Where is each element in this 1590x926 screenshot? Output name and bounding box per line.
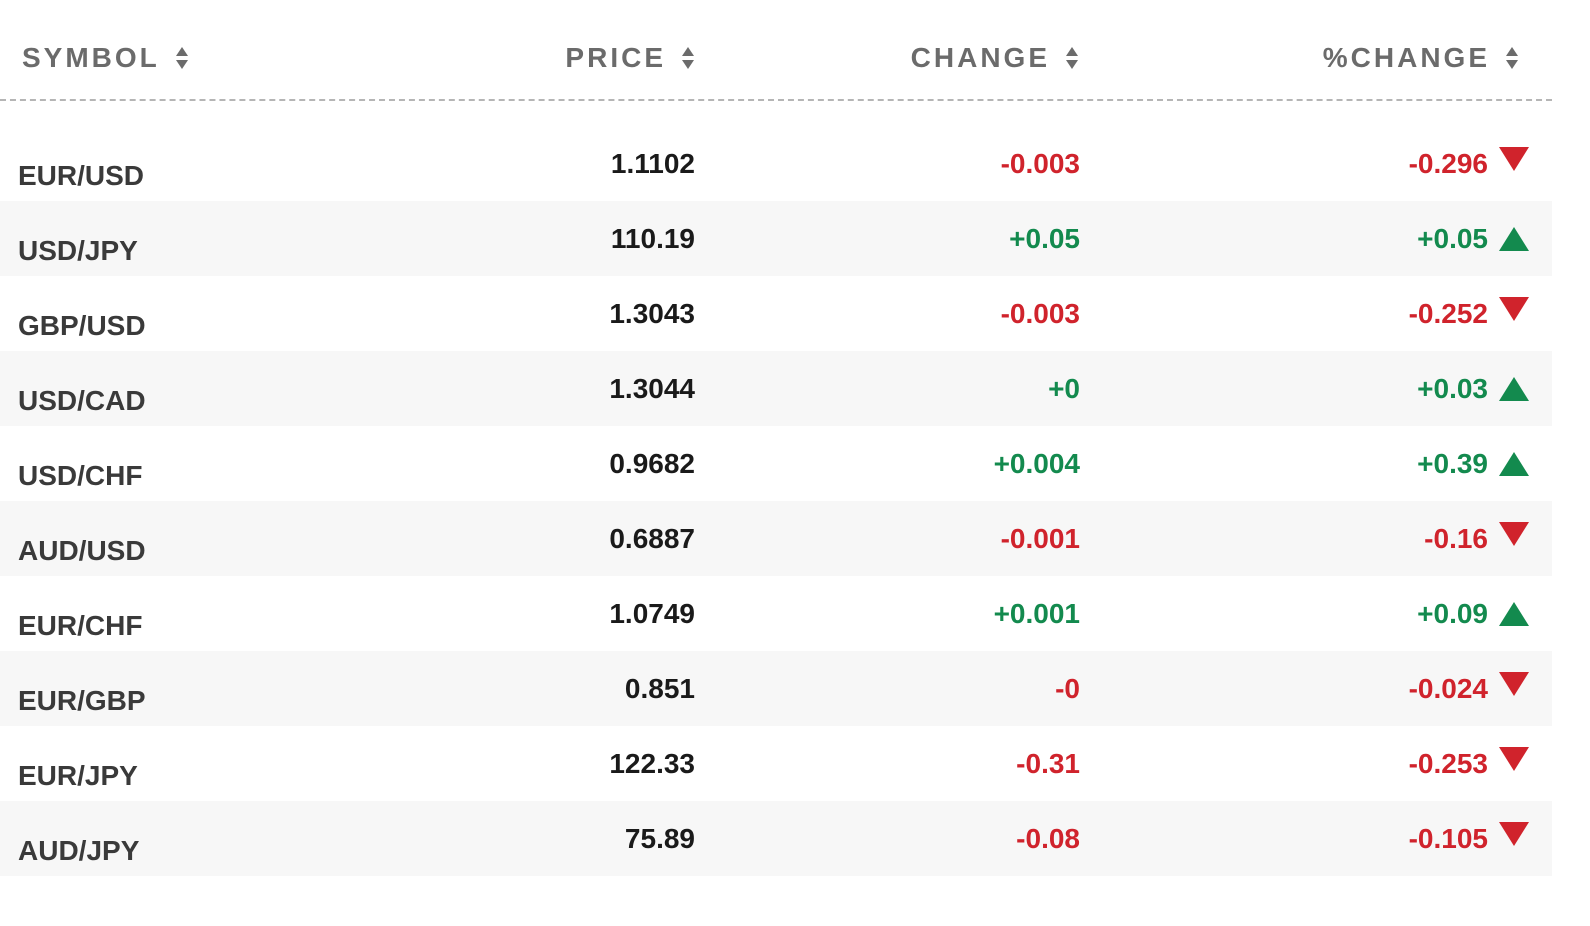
triangle-up-icon (1498, 201, 1530, 276)
price-value: 122.33 (609, 747, 695, 779)
table-row[interactable]: AUD/JPY 75.89 -0.08 -0.105 (0, 801, 1552, 876)
symbol-link[interactable]: AUD/USD (18, 501, 146, 588)
price-value: 0.6887 (609, 522, 695, 554)
pct-change-value: -0.024 (1408, 672, 1488, 704)
column-header-change[interactable]: CHANGE (911, 38, 1078, 78)
pct-change-value: +0.39 (1417, 447, 1488, 479)
pct-change-value: +0.03 (1417, 372, 1488, 404)
pct-change-value: +0.09 (1417, 597, 1488, 629)
change-value: +0.001 (993, 597, 1080, 629)
table-row[interactable]: USD/CAD 1.3044 +0 +0.03 (0, 351, 1552, 426)
table-row[interactable]: EUR/GBP 0.851 -0 -0.024 (0, 651, 1552, 726)
price-value: 0.851 (624, 672, 695, 704)
pct-change-value: +0.05 (1417, 222, 1488, 254)
table-header: SYMBOL PRICE CHANGE %CHANGE (0, 0, 1552, 101)
change-value: -0.001 (1000, 522, 1080, 554)
forex-quotes-table: SYMBOL PRICE CHANGE %CHANGE EUR/USD 1.110… (0, 0, 1552, 876)
pct-change-value: -0.105 (1408, 822, 1488, 854)
column-header-change-label: CHANGE (910, 42, 1050, 73)
symbol-link[interactable]: EUR/GBP (18, 651, 146, 738)
table-row[interactable]: USD/JPY 110.19 +0.05 +0.05 (0, 201, 1552, 276)
column-header-pct-change-label: %CHANGE (1322, 42, 1490, 73)
change-value: -0 (1055, 672, 1080, 704)
pct-change-value: -0.16 (1424, 522, 1488, 554)
change-value: +0 (1048, 372, 1080, 404)
sort-icon[interactable] (175, 47, 188, 69)
triangle-down-icon (1498, 651, 1530, 726)
column-header-price[interactable]: PRICE (565, 38, 694, 78)
change-value: -0.003 (1000, 147, 1080, 179)
triangle-up-icon (1498, 576, 1530, 651)
symbol-link[interactable]: USD/CHF (18, 426, 142, 513)
column-header-symbol-label: SYMBOL (22, 42, 160, 73)
symbol-link[interactable]: GBP/USD (18, 276, 146, 363)
price-value: 1.3043 (609, 297, 695, 329)
pct-change-value: -0.253 (1408, 747, 1488, 779)
triangle-up-icon (1498, 426, 1530, 501)
sort-icon[interactable] (1506, 47, 1518, 69)
pct-change-value: -0.252 (1408, 297, 1488, 329)
symbol-link[interactable]: EUR/USD (18, 126, 144, 213)
table-row[interactable]: EUR/CHF 1.0749 +0.001 +0.09 (0, 576, 1552, 651)
price-value: 1.3044 (609, 372, 695, 404)
table-row[interactable]: USD/CHF 0.9682 +0.004 +0.39 (0, 426, 1552, 501)
change-value: -0.08 (1016, 822, 1080, 854)
change-value: +0.05 (1009, 222, 1080, 254)
sort-icon[interactable] (682, 47, 694, 69)
symbol-link[interactable]: EUR/JPY (18, 726, 138, 813)
table-body: EUR/USD 1.1102 -0.003 -0.296 USD/JPY 110.19 +0… (0, 126, 1552, 876)
symbol-link[interactable]: USD/JPY (18, 201, 138, 288)
triangle-up-icon (1498, 351, 1530, 426)
table-row[interactable]: EUR/JPY 122.33 -0.31 -0.253 (0, 726, 1552, 801)
price-value: 0.9682 (609, 447, 695, 479)
change-value: -0.31 (1016, 747, 1080, 779)
column-header-pct-change[interactable]: %CHANGE (1323, 38, 1518, 78)
triangle-down-icon (1498, 801, 1530, 876)
symbol-link[interactable]: EUR/CHF (18, 576, 142, 663)
table-row[interactable]: GBP/USD 1.3043 -0.003 -0.252 (0, 276, 1552, 351)
table-row[interactable]: EUR/USD 1.1102 -0.003 -0.296 (0, 126, 1552, 201)
triangle-down-icon (1498, 726, 1530, 801)
symbol-link[interactable]: USD/CAD (18, 351, 146, 438)
price-value: 1.0749 (609, 597, 695, 629)
price-value: 110.19 (610, 222, 695, 254)
symbol-link[interactable]: AUD/JPY (18, 801, 139, 888)
change-value: -0.003 (1000, 297, 1080, 329)
column-header-price-label: PRICE (565, 42, 666, 73)
price-value: 1.1102 (610, 147, 695, 179)
price-value: 75.89 (624, 822, 695, 854)
column-header-symbol[interactable]: SYMBOL (22, 38, 188, 78)
triangle-down-icon (1498, 501, 1530, 576)
change-value: +0.004 (993, 447, 1080, 479)
pct-change-value: -0.296 (1408, 147, 1488, 179)
table-row[interactable]: AUD/USD 0.6887 -0.001 -0.16 (0, 501, 1552, 576)
triangle-down-icon (1498, 126, 1530, 201)
triangle-down-icon (1498, 276, 1530, 351)
sort-icon[interactable] (1066, 47, 1078, 69)
